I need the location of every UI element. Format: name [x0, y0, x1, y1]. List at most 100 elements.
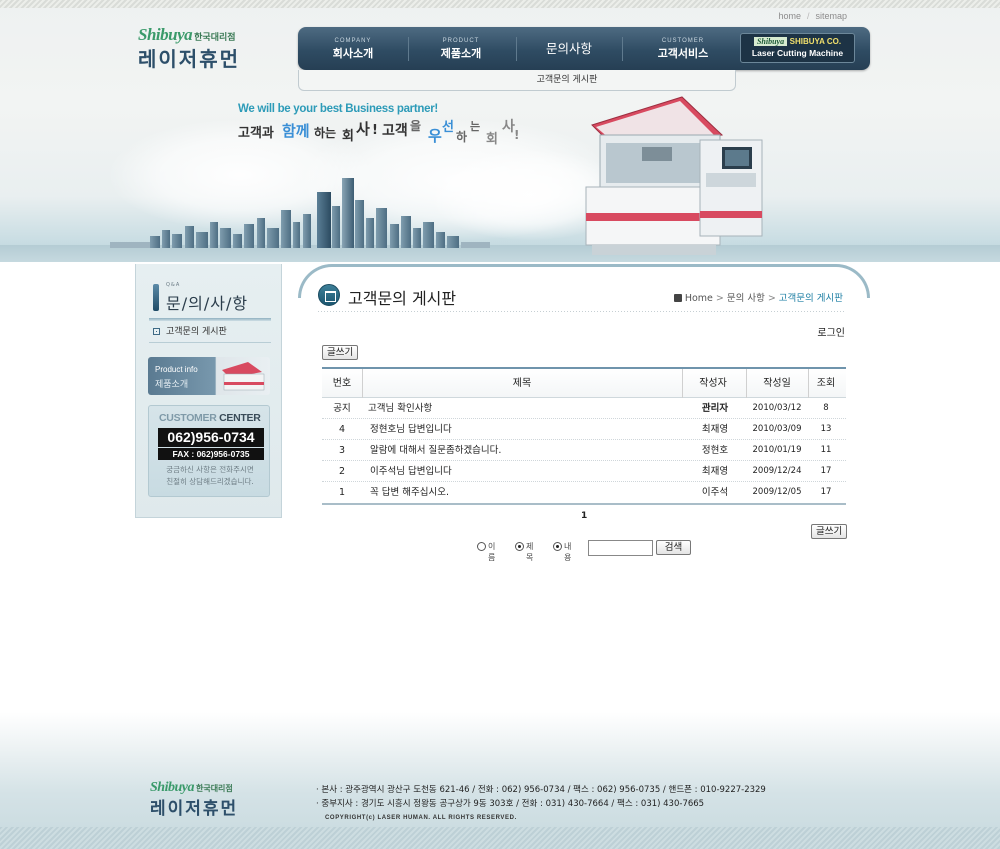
cell-hits: 17 — [820, 487, 832, 497]
home-icon — [673, 294, 682, 302]
col-header-subject: 제목 — [512, 378, 532, 389]
cell-hits: 8 — [823, 403, 829, 413]
badge-company: SHIBUYA CO. — [789, 37, 842, 46]
board-table: 번호 제목 작성자 작성일 조회 공지 고객님 확인사항 관리자 2010/03… — [322, 367, 846, 505]
breadcrumb-inquiry[interactable]: 문의 사항 — [727, 293, 765, 304]
slogan-part: 하는 — [314, 126, 337, 140]
nav-customer[interactable]: CUSTOMER 고객서비스 — [648, 27, 718, 70]
sidebar-title: Q&A 문/의/사/항 — [150, 282, 270, 314]
breadcrumb-arrow: > — [715, 293, 724, 304]
cell-date: 2010/03/09 — [752, 424, 802, 434]
cell-date: 2010/03/12 — [752, 403, 802, 413]
col-header-writer: 작성자 — [699, 378, 727, 389]
sidebar-divider — [149, 342, 271, 343]
nav-product[interactable]: PRODUCT 제품소개 — [428, 27, 494, 70]
cell-subject[interactable]: 고객님 확인사항 — [368, 398, 432, 419]
breadcrumb-home[interactable]: Home — [685, 293, 713, 304]
badge-tagline: Laser Cutting Machine — [751, 48, 844, 58]
slogan-part: 선 — [442, 120, 454, 135]
cell-subject[interactable]: 꼭 답변 해주십시오. — [370, 482, 449, 503]
logo-name: 레이저휴먼 — [138, 47, 240, 71]
phone-number: 062)956-0734 — [158, 428, 264, 447]
nav-inquiry-label: 문의사항 — [545, 41, 592, 56]
sidebar-item-board[interactable]: 고객문의 게시판 — [153, 324, 227, 337]
write-button-top[interactable]: 글쓰기 — [322, 345, 359, 360]
nav-company-label: 회사소개 — [332, 47, 374, 60]
search-radio-subject[interactable] — [515, 542, 524, 551]
cell-hits: 13 — [820, 424, 832, 434]
shibuya-brand-badge[interactable]: Shibuya SHIBUYA CO. Laser Cutting Machin… — [740, 33, 855, 63]
slogan-part: 함께 — [282, 122, 310, 140]
laser-machine-image — [585, 96, 763, 255]
sub-nav-item-board[interactable]: 고객문의 게시판 — [437, 75, 598, 85]
cell-no: 공지 — [333, 403, 351, 414]
table-row[interactable]: 1 꼭 답변 해주십시오. 이주석 2009/12/05 17 — [322, 482, 846, 503]
table-row[interactable]: 공지 고객님 확인사항 관리자 2010/03/12 8 — [322, 398, 846, 419]
city-skyline-image — [110, 170, 490, 248]
footer-copyright: COPYRIGHT(c) LASER HUMAN. ALL RIGHTS RES… — [325, 815, 517, 821]
nav-customer-label: 고객서비스 — [657, 47, 709, 60]
sitemap-link[interactable]: sitemap — [815, 11, 847, 21]
nav-divider — [622, 37, 623, 61]
cell-subject[interactable]: 정현호님 답변입니다 — [370, 419, 452, 440]
search-radio-name-label: 이름 — [488, 542, 496, 562]
header-stripe — [0, 0, 1000, 8]
footer-info: · 본사 : 광주광역시 광산구 도천동 621-46 / 전화 : 062) … — [316, 783, 766, 825]
nav-inquiry[interactable]: 문의사항 — [534, 27, 604, 70]
title-rule — [318, 311, 845, 312]
slogan-ko: 고객과 함께 하는 회 사 ! 고객 을 우 선 하 는 회 사 ! — [238, 116, 538, 156]
table-row[interactable]: 4 정현호님 답변입니다 최재영 2010/03/09 13 — [322, 419, 846, 440]
sidebar-item-label: 고객문의 게시판 — [166, 327, 227, 337]
search-input[interactable] — [588, 540, 653, 556]
cell-hits: 11 — [820, 445, 832, 455]
cell-subject[interactable]: 이주석님 답변입니다 — [370, 461, 452, 482]
cc-note-line: 궁금하신 사항은 전화주시면 — [166, 465, 254, 474]
cell-no: 2 — [338, 466, 346, 477]
cell-date: 2010/01/19 — [752, 445, 802, 455]
col-header-date: 작성일 — [763, 378, 791, 389]
header: home / sitemap Shibuya 한국대리점 레이저휴먼 COMPANY … — [0, 0, 1000, 262]
footer-logo-sub: 한국대리점 — [195, 784, 233, 793]
login-link[interactable]: 로그인 — [817, 324, 845, 339]
slogan-part: 고객과 — [238, 126, 274, 141]
breadcrumb: Home > 문의 사항 > 고객문의 게시판 — [673, 290, 843, 304]
board-icon — [318, 284, 340, 306]
nav-company-en: COMPANY — [334, 38, 372, 44]
breadcrumb-current: 고객문의 게시판 — [778, 293, 843, 304]
page-number-current[interactable]: 1 — [581, 511, 587, 521]
search-radio-name[interactable] — [477, 542, 486, 551]
table-row[interactable]: 2 이주석님 답변입니다 최재영 2009/12/24 17 — [322, 461, 846, 482]
cc-title-b: CENTER — [219, 412, 261, 424]
sub-nav: 고객문의 게시판 — [298, 70, 736, 91]
cc-note-line: 친절히 상담해드리겠습니다. — [166, 477, 254, 486]
table-row[interactable]: 3 알람에 대해서 질문좀하겠습니다. 정현호 2010/01/19 11 — [322, 440, 846, 461]
slogan-part: 회 — [486, 132, 498, 147]
search-radio-content[interactable] — [553, 542, 562, 551]
fax-number: FAX : 062)956-0735 — [158, 448, 264, 460]
logo-sub: 한국대리점 — [194, 33, 236, 43]
footer-logo: Shibuya 한국대리점 레이저휴먼 — [150, 780, 238, 819]
slogan-part: 하 — [456, 130, 468, 144]
cell-no: 3 — [338, 445, 346, 456]
cell-writer: 최재영 — [701, 424, 729, 435]
write-button-bottom[interactable]: 글쓰기 — [811, 524, 848, 539]
search-button[interactable]: 검색 — [656, 540, 691, 555]
home-link[interactable]: home — [778, 11, 801, 21]
nav-company[interactable]: COMPANY 회사소개 — [320, 27, 386, 70]
cell-subject[interactable]: 알람에 대해서 질문좀하겠습니다. — [370, 440, 501, 461]
cell-date: 2009/12/05 — [752, 487, 802, 497]
nav-customer-en: CUSTOMER — [661, 38, 705, 44]
cell-no: 4 — [338, 424, 346, 435]
slogan-part: ! — [514, 128, 520, 142]
site-logo[interactable]: Shibuya 한국대리점 레이저휴먼 — [138, 25, 258, 72]
footer-logo-brand: Shibuya — [150, 780, 194, 795]
product-info-banner[interactable]: Product info 제품소개 — [148, 357, 270, 395]
cell-writer: 관리자 — [701, 403, 729, 414]
main-nav: COMPANY 회사소개 PRODUCT 제품소개 문의사항 CUSTOMER … — [298, 27, 870, 70]
nav-product-en: PRODUCT — [442, 38, 480, 44]
breadcrumb-arrow: > — [767, 293, 776, 304]
slogan-part: 을 — [410, 119, 422, 133]
nav-divider — [516, 37, 517, 61]
nav-product-label: 제품소개 — [440, 47, 482, 60]
footer-stripe — [0, 827, 1000, 849]
